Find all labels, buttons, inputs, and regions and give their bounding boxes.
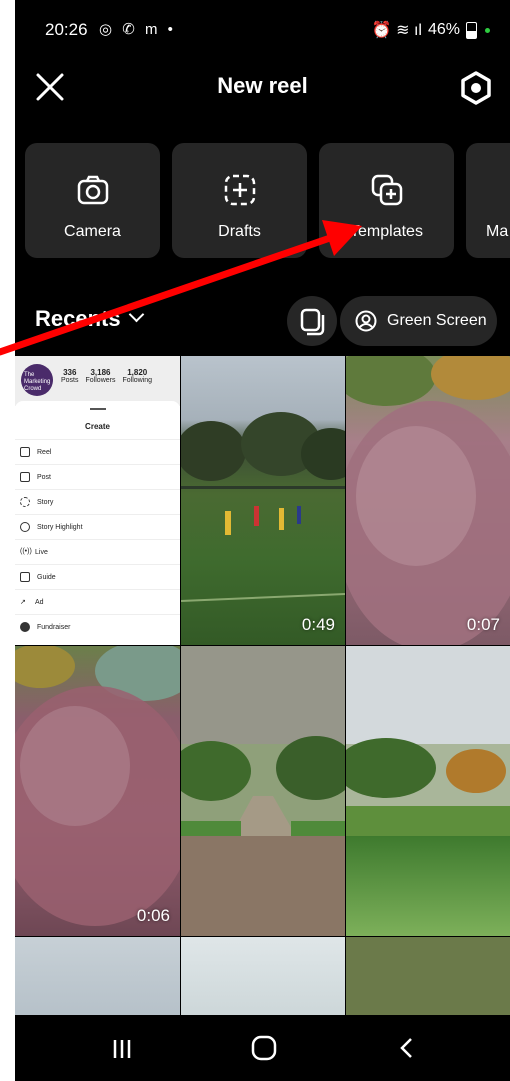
multi-select-icon — [300, 308, 325, 336]
video-duration: 0:07 — [466, 615, 500, 634]
list-item: Fundraiser — [15, 614, 180, 639]
recents-label: Recents — [35, 306, 121, 331]
stat-label: Posts — [61, 377, 79, 384]
gallery-item-photo[interactable] — [15, 937, 180, 1015]
menu-label: Story — [37, 498, 54, 506]
stat-value: 336 — [63, 368, 77, 377]
gallery-item-photo[interactable] — [181, 937, 345, 1015]
video-duration: 0:06 — [136, 906, 170, 925]
list-item: Story Highlight — [15, 514, 180, 539]
gallery-item-video[interactable]: 0:07 — [346, 356, 510, 645]
battery-icon — [466, 21, 477, 39]
list-item: Guide — [15, 564, 180, 589]
drafts-icon — [224, 174, 255, 206]
sheet-title: Create — [85, 422, 110, 431]
reel-icon — [20, 447, 30, 457]
drafts-label: Drafts — [218, 223, 261, 240]
list-item: ((•)) Live — [15, 539, 180, 564]
list-item: Reel — [15, 439, 180, 464]
gallery-item-video[interactable]: 0:49 — [181, 356, 345, 645]
highlight-icon — [20, 522, 30, 532]
create-menu: Reel Post Story Story Highlight ((•)) Liv… — [15, 439, 180, 639]
avatar: The Marketing Crowd — [21, 364, 53, 396]
list-item: Story — [15, 489, 180, 514]
settings-gear-icon[interactable] — [458, 70, 494, 106]
menu-label: Post — [37, 473, 52, 481]
green-screen-button[interactable]: Green Screen — [340, 296, 497, 346]
more-tile-label: Ma — [486, 223, 509, 240]
drafts-tile[interactable]: Drafts — [172, 143, 307, 258]
menu-label: Live — [35, 548, 48, 556]
page-title: New reel — [217, 73, 308, 98]
more-tile[interactable]: Ma — [466, 143, 510, 258]
battery-percent: 46% — [427, 21, 460, 38]
maple-tree-image — [346, 356, 510, 645]
status-right: ⏰ ≋ ıl 46% — [372, 20, 490, 40]
system-icons: ⏰ ≋ ıl — [371, 22, 422, 39]
profile-stats: 336 Posts 3,186 Followers 1,820 Following — [61, 368, 152, 384]
list-item: Post — [15, 464, 180, 489]
gallery-item-screenshot[interactable]: The Marketing Crowd 336 Posts 3,186 Follow… — [15, 356, 180, 645]
status-bar: 20:26 ◎ ✆ m • ⏰ ≋ ıl 46% — [15, 0, 510, 58]
video-duration: 0:49 — [301, 615, 335, 634]
live-icon: ((•)) — [20, 548, 32, 555]
ad-icon: ↗ — [20, 599, 26, 606]
maple-tree-image — [15, 646, 180, 926]
create-sheet: Create Reel Post Story Story Highlight (… — [15, 401, 180, 645]
guide-icon — [20, 572, 30, 582]
stat-label: Following — [122, 377, 153, 384]
football-pitch-image — [181, 412, 345, 602]
gallery-item-photo[interactable] — [346, 937, 510, 1015]
post-icon — [20, 472, 30, 482]
chevron-down-icon — [128, 306, 144, 323]
gallery-item-video[interactable]: 0:06 — [15, 646, 180, 936]
home-icon[interactable] — [251, 1035, 277, 1061]
gallery-item-photo[interactable] — [346, 646, 510, 936]
stat-posts: 336 Posts — [61, 368, 79, 384]
park-lawn-image — [346, 646, 510, 936]
camera-label: Camera — [64, 223, 121, 240]
camera-tile[interactable]: Camera — [25, 143, 160, 258]
menu-label: Fundraiser — [37, 623, 71, 631]
stat-value: 1,820 — [127, 368, 148, 377]
menu-label: Story Highlight — [37, 523, 83, 531]
fundraiser-icon — [20, 622, 30, 632]
stat-following: 1,820 Following — [122, 368, 152, 384]
system-nav-bar — [15, 1015, 510, 1081]
stat-followers: 3,186 Followers — [86, 368, 116, 384]
stat-value: 3,186 — [90, 368, 111, 377]
person-circle-icon — [355, 310, 377, 332]
notification-icons: ◎ ✆ m • — [99, 21, 176, 38]
camera-icon — [77, 175, 108, 205]
green-screen-label: Green Screen — [387, 312, 487, 329]
list-item: ↗ Ad — [15, 589, 180, 614]
templates-icon — [371, 174, 402, 206]
gallery-item-photo[interactable] — [181, 646, 345, 936]
stat-label: Followers — [85, 377, 116, 384]
menu-label: Ad — [35, 598, 44, 606]
menu-label: Guide — [37, 573, 56, 581]
charging-dot-icon — [485, 27, 490, 33]
menu-label: Reel — [37, 448, 52, 456]
profile-header: The Marketing Crowd 336 Posts 3,186 Follow… — [15, 356, 180, 406]
phone-screen: 20:26 ◎ ✆ m • ⏰ ≋ ıl 46% New reel Camera — [15, 0, 510, 1081]
back-icon[interactable] — [395, 1036, 419, 1060]
recents-dropdown[interactable]: Recents — [35, 306, 144, 332]
garden-path-image — [181, 646, 345, 936]
templates-tile[interactable]: Templates — [319, 143, 454, 258]
sheet-handle — [89, 408, 106, 410]
select-multiple-button[interactable] — [287, 296, 337, 346]
templates-label: Templates — [350, 223, 423, 240]
header: New reel — [15, 58, 510, 118]
status-time: 20:26 — [45, 20, 88, 39]
recent-apps-icon[interactable] — [110, 1037, 134, 1061]
create-options: Camera Drafts Templates Ma — [25, 143, 510, 258]
story-icon — [20, 497, 30, 507]
